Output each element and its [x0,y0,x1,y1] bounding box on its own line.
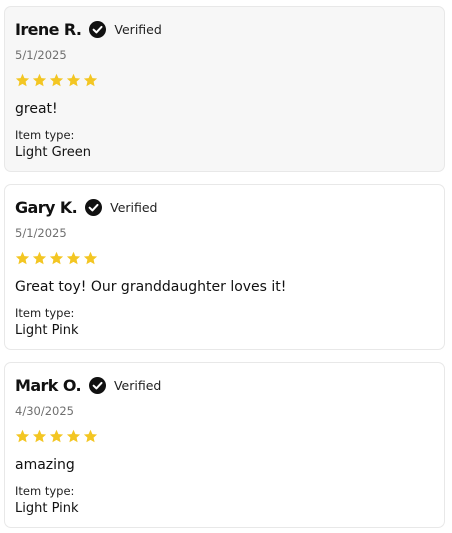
star-icon [32,73,47,88]
verified-label: Verified [110,199,158,215]
review-date: 5/1/2025 [15,48,67,62]
item-type-value: Light Green [15,145,91,160]
star-icon [49,429,64,444]
review-header: Irene R. Verified [15,16,434,42]
check-circle-icon [89,20,107,38]
star-rating [15,429,434,445]
check-circle-icon [85,198,103,216]
review-date: 4/30/2025 [15,404,74,418]
star-icon [66,429,81,444]
star-icon [15,251,30,266]
review-date: 5/1/2025 [15,226,67,240]
reviewer-name: Mark O. [15,375,82,395]
star-icon [66,251,81,266]
star-rating [15,73,434,89]
item-type-label: Item type: [15,484,75,498]
star-icon [15,429,30,444]
review-card: Irene R. Verified 5/1/2025 great! Item t… [4,6,445,172]
star-icon [32,251,47,266]
item-type-value: Light Pink [15,501,79,516]
item-type-label: Item type: [15,306,75,320]
review-body: amazing [15,457,75,473]
review-header: Mark O. Verified [15,372,434,398]
reviewer-name: Irene R. [15,19,82,39]
star-icon [83,73,98,88]
verified-label: Verified [113,377,162,393]
review-body: great! [15,101,58,117]
verified-label: Verified [114,21,162,37]
star-icon [32,429,47,444]
star-icon [15,73,30,88]
star-icon [83,429,98,444]
star-icon [49,251,64,266]
item-type-label: Item type: [15,128,75,142]
star-rating [15,251,434,267]
item-type-value: Light Pink [15,323,79,338]
reviewer-name: Gary K. [15,197,78,217]
star-icon [49,73,64,88]
star-icon [66,73,81,88]
star-icon [83,251,98,266]
check-circle-icon [88,376,106,394]
reviews-list: Irene R. Verified 5/1/2025 great! Item t… [0,0,452,533]
review-header: Gary K. Verified [15,194,434,220]
review-card: Mark O. Verified 4/30/2025 amazing Item … [4,362,445,528]
review-body: Great toy! Our granddaughter loves it! [15,279,287,295]
review-card: Gary K. Verified 5/1/2025 Great toy! Our… [4,184,445,350]
